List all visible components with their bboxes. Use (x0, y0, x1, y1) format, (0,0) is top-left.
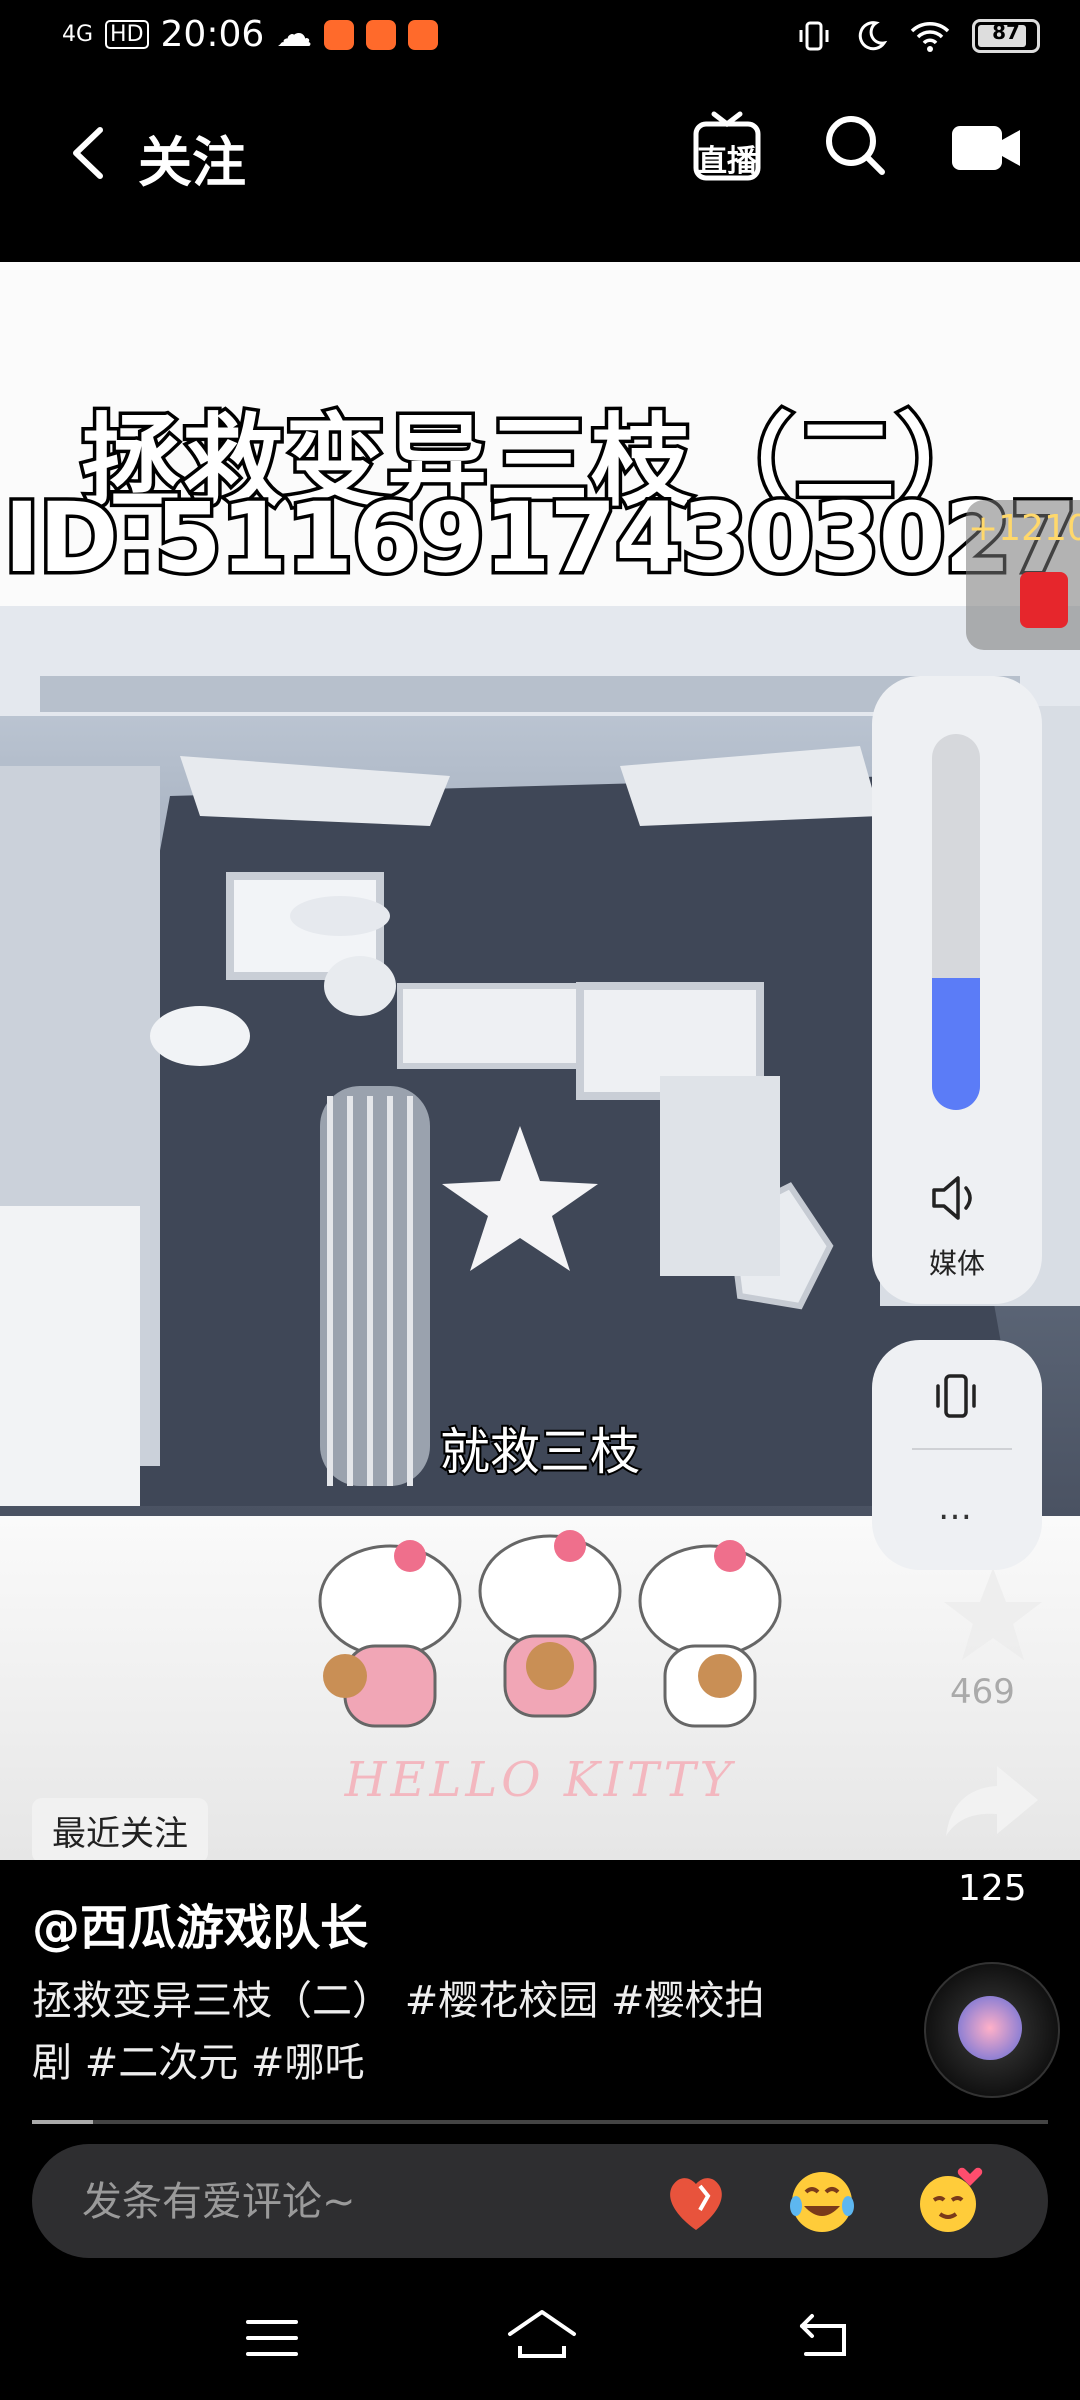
panel-divider (912, 1448, 1012, 1450)
battery-percent: 87 (992, 20, 1020, 44)
comment-input[interactable] (80, 2168, 624, 2236)
network-indicator: 4G (62, 22, 94, 47)
wifi-icon (910, 22, 950, 52)
status-left: 4G HD 20:06 ☁ (62, 14, 439, 55)
live-label: 直播 (697, 144, 757, 179)
video-progress-bar[interactable] (32, 2120, 1048, 2124)
video-progress-fill (32, 2120, 93, 2124)
smiling-hearts-emoji[interactable] (912, 2166, 984, 2238)
back-arrow-icon[interactable] (58, 118, 128, 188)
live-button[interactable]: 直播 (692, 110, 762, 182)
post-description[interactable]: 拯救变异三枝（二） #樱花校园 #樱校拍剧 #二次元 #哪吒 (32, 1970, 792, 2094)
status-bar: 4G HD 20:06 ☁ 87 (0, 0, 1080, 80)
heart-fire-emoji[interactable] (660, 2166, 732, 2238)
recent-apps-icon[interactable] (244, 2316, 300, 2360)
volume-slider[interactable] (932, 734, 980, 1110)
speaker-icon[interactable] (928, 1170, 984, 1226)
share-count: 125 (958, 1868, 1027, 1909)
search-icon[interactable] (820, 110, 890, 180)
app-notification-icon (408, 19, 439, 50)
vibrate-icon (799, 21, 829, 51)
status-right: 87 (796, 18, 1040, 54)
media-volume-label: 媒体 (928, 1247, 985, 1280)
battery-icon: 87 (972, 19, 1040, 53)
favorite-star-icon[interactable] (938, 1560, 1048, 1670)
red-envelope-icon[interactable] (1020, 572, 1068, 628)
cloud-icon: ☁ (276, 14, 313, 55)
volume-slider-fill (932, 978, 980, 1110)
laughing-tears-emoji[interactable] (786, 2166, 858, 2238)
author-name[interactable]: @西瓜游戏队长 (32, 1888, 368, 1958)
vibrate-mode-icon[interactable] (930, 1370, 982, 1422)
system-back-icon[interactable] (796, 2310, 852, 2360)
moon-icon (858, 21, 888, 51)
music-disc-avatar (958, 1996, 1022, 2060)
app-notification-icon (366, 19, 397, 50)
video-cover-id: ID:51169174303027 (1, 479, 1080, 598)
more-options-button[interactable]: … (872, 1488, 1042, 1528)
favorite-count: 469 (950, 1672, 1015, 1712)
recent-follows-chip[interactable]: 最近关注 (32, 1798, 208, 1860)
video-camera-icon[interactable] (950, 120, 1022, 176)
app-notification-icon (324, 19, 355, 50)
share-arrow-icon[interactable] (942, 1760, 1042, 1840)
hd-badge: HD (105, 20, 149, 49)
top-nav: 关注 直播 (0, 90, 1080, 210)
home-icon[interactable] (506, 2306, 578, 2360)
reward-count: +1210 (968, 508, 1080, 549)
page-title: 关注 (138, 131, 246, 194)
clock: 20:06 (160, 14, 265, 55)
